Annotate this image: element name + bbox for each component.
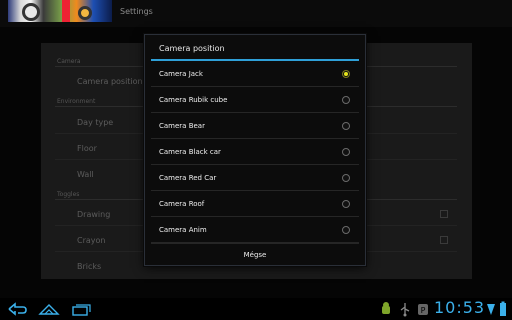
app-icon-thumbnail[interactable] [8,0,112,22]
option-label: Camera Bear [159,122,205,130]
svg-text:P: P [421,306,426,315]
clock[interactable]: 10:53 [434,298,485,317]
cancel-button[interactable]: Mégse [151,244,359,266]
dialog-button-bar: Mégse [151,243,359,265]
battery-icon [500,301,506,316]
camera-position-dialog: Camera position Camera Jack Camera Rubik… [144,34,366,266]
section-header-environment: Environment [57,98,96,105]
usb-icon [400,303,410,317]
screen: Settings Camera Camera position Environm… [0,0,512,320]
radio-button[interactable] [342,226,350,234]
page-title: Settings [120,7,153,16]
wifi-icon [487,304,495,315]
radio-button[interactable] [342,174,350,182]
option-label: Camera Red Car [159,174,217,182]
setting-floor[interactable]: Floor [77,144,97,153]
option-label: Camera Jack [159,70,203,78]
android-debug-icon [382,302,390,314]
option-camera-black-car[interactable]: Camera Black car [151,139,359,165]
option-camera-anim[interactable]: Camera Anim [151,217,359,243]
radio-button[interactable] [342,148,350,156]
crayon-checkbox[interactable] [440,236,448,244]
setting-crayon[interactable]: Crayon [77,236,105,245]
recent-apps-icon[interactable] [70,301,92,317]
option-label: Camera Rubik cube [159,96,228,104]
drawing-checkbox[interactable] [440,210,448,218]
parking-icon: P [418,304,428,315]
dialog-title: Camera position [159,44,225,53]
radio-button[interactable] [342,96,350,104]
option-label: Camera Roof [159,200,205,208]
section-header-camera: Camera [57,58,81,65]
back-icon[interactable] [6,301,28,317]
system-bar: P 10:53 [0,298,512,320]
option-camera-red-car[interactable]: Camera Red Car [151,165,359,191]
setting-wall[interactable]: Wall [77,170,94,179]
setting-drawing[interactable]: Drawing [77,210,110,219]
option-camera-rubik-cube[interactable]: Camera Rubik cube [151,87,359,113]
action-bar: Settings [0,0,512,27]
radio-button[interactable] [342,122,350,130]
option-label: Camera Black car [159,148,221,156]
option-camera-bear[interactable]: Camera Bear [151,113,359,139]
radio-button[interactable] [342,70,350,78]
section-header-toggles: Toggles [57,191,80,198]
option-camera-roof[interactable]: Camera Roof [151,191,359,217]
setting-day-type[interactable]: Day type [77,118,113,127]
option-list: Camera Jack Camera Rubik cube Camera Bea… [151,61,359,243]
option-camera-jack[interactable]: Camera Jack [151,61,359,87]
setting-bricks[interactable]: Bricks [77,262,101,271]
option-label: Camera Anim [159,226,207,234]
setting-camera-position[interactable]: Camera position [77,77,143,86]
radio-button[interactable] [342,200,350,208]
home-icon[interactable] [38,301,60,317]
